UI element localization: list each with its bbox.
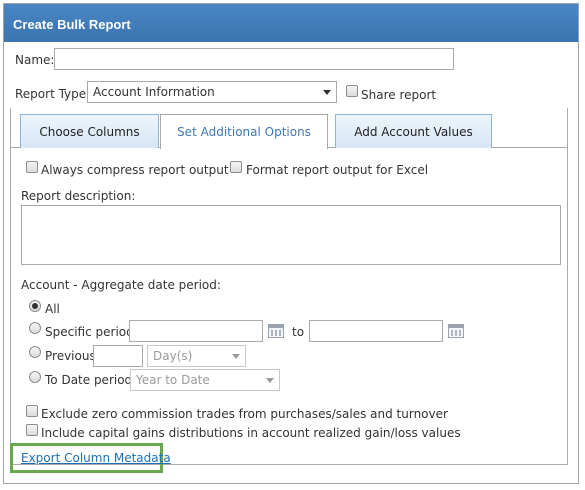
format-excel-label: Format report output for Excel <box>246 163 429 177</box>
calendar-icon[interactable] <box>268 324 284 338</box>
chevron-down-icon <box>266 378 274 383</box>
period-specific-label: Specific period: <box>45 325 138 339</box>
period-previous-radio[interactable] <box>29 346 41 358</box>
previous-unit-select[interactable]: Day(s) <box>147 345 246 367</box>
always-compress-checkbox[interactable] <box>26 161 38 173</box>
specific-period-end-input[interactable] <box>309 320 443 342</box>
chevron-down-icon <box>323 90 331 95</box>
to-date-period-select[interactable]: Year to Date <box>130 369 280 391</box>
aggregate-date-period-label: Account - Aggregate date period: <box>21 278 221 292</box>
name-label: Name: <box>15 53 55 67</box>
exclude-zero-commission-checkbox[interactable] <box>26 405 38 417</box>
name-input[interactable] <box>54 48 454 70</box>
tab-choose-columns[interactable]: Choose Columns <box>20 114 159 148</box>
specific-period-start-input[interactable] <box>129 320 263 342</box>
chevron-down-icon <box>232 354 240 359</box>
include-capital-gains-checkbox[interactable] <box>26 424 38 436</box>
previous-count-input[interactable] <box>93 345 143 367</box>
report-type-label: Report Type: <box>15 87 91 101</box>
to-date-period-value: Year to Date <box>136 373 210 387</box>
period-to-date-label: To Date period: <box>45 373 137 387</box>
previous-unit-value: Day(s) <box>153 349 193 363</box>
report-description-textarea[interactable] <box>21 205 561 265</box>
period-previous-label: Previous <box>45 349 96 363</box>
period-specific-radio[interactable] <box>29 322 41 334</box>
tab-add-account-values[interactable]: Add Account Values <box>335 114 492 148</box>
period-all-label: All <box>45 302 60 316</box>
report-description-label: Report description: <box>21 189 136 203</box>
always-compress-label: Always compress report output <box>41 163 229 177</box>
report-type-select[interactable]: Account Information <box>87 81 337 103</box>
include-capital-gains-label: Include capital gains distributions in a… <box>41 426 461 440</box>
period-to-date-radio[interactable] <box>29 371 41 383</box>
period-to-label: to <box>292 325 305 339</box>
exclude-zero-commission-label: Exclude zero commission trades from purc… <box>41 407 448 421</box>
dialog-title-bar: Create Bulk Report <box>4 4 578 42</box>
share-report-label: Share report <box>361 88 437 102</box>
tab-set-additional-options[interactable]: Set Additional Options <box>160 114 328 149</box>
format-excel-checkbox[interactable] <box>230 161 242 173</box>
period-all-radio[interactable] <box>29 300 41 312</box>
dialog-title: Create Bulk Report <box>13 17 131 32</box>
report-type-value: Account Information <box>93 85 215 99</box>
share-report-checkbox[interactable] <box>346 85 358 97</box>
export-column-metadata-link[interactable]: Export Column Metadata <box>21 451 171 465</box>
calendar-icon[interactable] <box>448 324 464 338</box>
